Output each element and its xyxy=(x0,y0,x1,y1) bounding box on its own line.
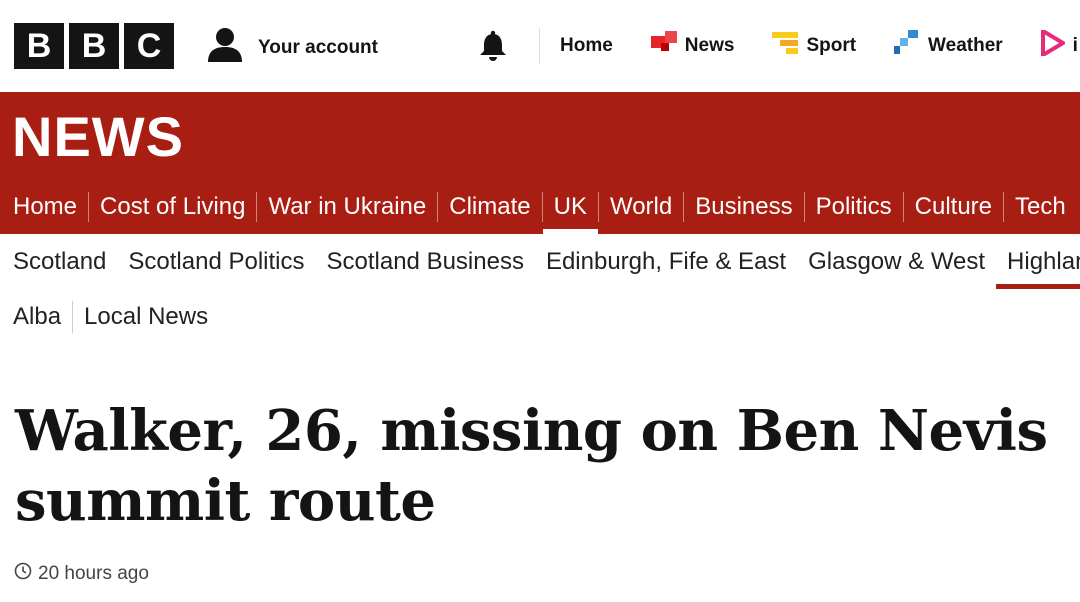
global-nav-label: Sport xyxy=(806,35,857,56)
primary-nav-item[interactable]: World xyxy=(599,179,683,234)
primary-nav-item[interactable]: Business xyxy=(684,179,803,234)
tertiary-nav: Alba Local News xyxy=(0,292,219,342)
secondary-nav-item-active[interactable]: Highlan xyxy=(996,234,1080,290)
global-nav-label: News xyxy=(684,35,735,56)
primary-nav-item[interactable]: Politics xyxy=(805,179,903,234)
primary-nav-item[interactable]: War in Ukraine xyxy=(257,179,437,234)
global-nav: Home News Sport Weather i xyxy=(560,27,1080,62)
section-title[interactable]: NEWS xyxy=(12,104,184,169)
secondary-nav-item[interactable]: Local News xyxy=(73,303,219,331)
secondary-nav-item[interactable]: Scotland xyxy=(0,234,117,290)
weather-icon xyxy=(894,30,920,62)
global-nav-weather[interactable]: Weather xyxy=(894,30,1003,62)
global-header: B B C Your account Home News Sport Weath… xyxy=(0,0,1080,92)
secondary-nav-item[interactable]: Scotland Politics xyxy=(117,234,315,290)
primary-nav-item[interactable]: Cost of Living xyxy=(89,179,256,234)
secondary-nav: Scotland Scotland Politics Scotland Busi… xyxy=(0,234,1080,290)
bell-icon[interactable] xyxy=(478,30,508,67)
global-nav-news[interactable]: News xyxy=(650,30,735,62)
sport-icon xyxy=(772,30,799,62)
global-nav-iplayer[interactable]: i xyxy=(1040,27,1078,62)
global-nav-home[interactable]: Home xyxy=(560,30,613,62)
primary-nav-item[interactable]: Climate xyxy=(438,179,541,234)
primary-nav-item[interactable]: Tech xyxy=(1004,179,1077,234)
header-divider xyxy=(539,28,540,64)
iplayer-icon xyxy=(1040,27,1067,62)
news-banner: NEWS xyxy=(0,92,1080,179)
primary-nav-item-active[interactable]: UK xyxy=(542,179,599,234)
clock-icon xyxy=(14,562,32,586)
global-nav-sport[interactable]: Sport xyxy=(772,30,856,62)
primary-nav-item[interactable]: Home xyxy=(0,179,88,234)
person-icon xyxy=(206,26,244,69)
bbc-logo-letter: C xyxy=(124,23,174,69)
primary-nav: Home Cost of Living War in Ukraine Clima… xyxy=(0,179,1080,234)
bbc-logo-letter: B xyxy=(14,23,64,69)
article-timestamp: 20 hours ago xyxy=(14,562,149,586)
global-nav-label: Weather xyxy=(928,35,1003,56)
account-link[interactable]: Your account xyxy=(206,26,378,69)
timestamp-text: 20 hours ago xyxy=(38,563,149,584)
global-nav-label: i xyxy=(1072,35,1078,56)
secondary-nav-item[interactable]: Edinburgh, Fife & East xyxy=(535,234,797,290)
secondary-nav-item[interactable]: Scotland Business xyxy=(316,234,535,290)
news-icon xyxy=(650,31,677,61)
account-label: Your account xyxy=(258,36,378,58)
bbc-logo-letter: B xyxy=(69,23,119,69)
secondary-nav-item[interactable]: Alba xyxy=(0,303,72,331)
primary-nav-item[interactable]: Culture xyxy=(904,179,1003,234)
bbc-logo[interactable]: B B C xyxy=(14,23,174,69)
article-headline: Walker, 26, missing on Ben Nevis summit … xyxy=(15,398,1048,534)
global-nav-label: Home xyxy=(560,35,613,56)
secondary-nav-item[interactable]: Glasgow & West xyxy=(797,234,996,290)
